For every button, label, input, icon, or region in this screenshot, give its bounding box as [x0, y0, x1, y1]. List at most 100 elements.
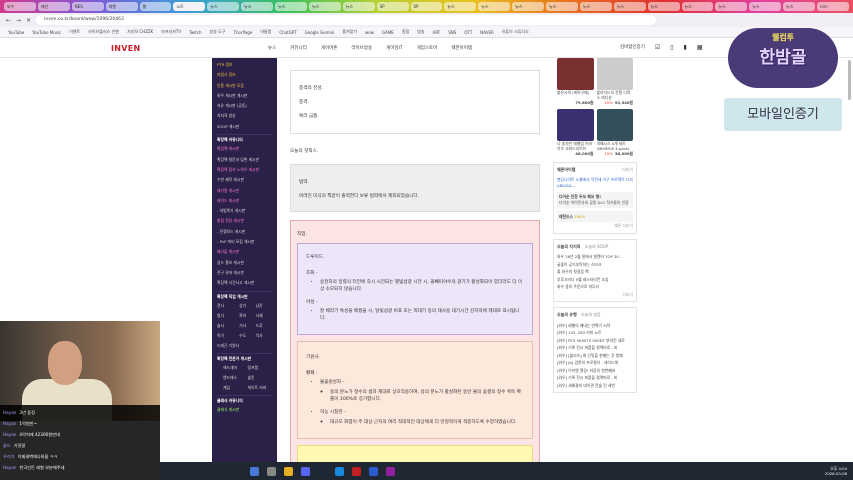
browser-tab[interactable]: 뉴스	[444, 2, 477, 11]
menu-item[interactable]: 웨폰아이템	[451, 45, 472, 51]
trend-link[interactable]: [와우] 새해결의 데이관 전술 전 세번	[557, 382, 633, 390]
sidebar-item[interactable]: 통합 전장 게시판	[217, 216, 272, 226]
class-board-link[interactable]: 수도	[239, 331, 255, 341]
tab-chzzk[interactable]: 오늘의 치지직	[557, 244, 580, 249]
chat-username[interactable]: Hayan	[3, 410, 16, 415]
bookmark[interactable]: ChatGPT	[279, 30, 296, 35]
app-icon[interactable]	[352, 466, 361, 476]
chat-username[interactable]: 우리가	[3, 454, 15, 459]
bookmark[interactable]: 라이브플러스 인벤	[88, 29, 119, 35]
product-image[interactable]	[557, 58, 594, 90]
sidebar-item[interactable]: 치지직 방송	[217, 111, 272, 121]
sidebar-item[interactable]: 인용 게시판 모음	[217, 81, 272, 91]
app-icon[interactable]	[335, 466, 344, 476]
chat-username[interactable]: Hayan	[3, 465, 16, 470]
browser-tab[interactable]: NES	[71, 2, 104, 11]
bookmark[interactable]: ThorPage	[234, 30, 253, 35]
class-board-link[interactable]: 법사	[217, 311, 239, 321]
browser-tab[interactable]: 뉴스	[478, 2, 511, 11]
sidebar-item[interactable]: 수번 제작 게시판	[217, 175, 272, 185]
class-board-link[interactable]: 전사	[217, 301, 239, 311]
stream-link[interactable]: 좋 와우의 첫걸음 팩	[557, 268, 633, 276]
browser-tab[interactable]: 뉴스	[275, 2, 307, 11]
weapon-link[interactable]: 펜딩나이트 노벨에서 작전세 이구 프로젝트 디자 ABIGAIL...	[557, 177, 633, 189]
bookmark[interactable]: 유튜브 스튜디오	[502, 29, 529, 35]
expert-board-link[interactable]: 게임	[223, 383, 248, 393]
sidebar-item[interactable]: 전구 유머 게시판	[217, 268, 272, 278]
product-image[interactable]	[557, 109, 594, 141]
product-name[interactable]: 나 혼자만 레벨업 어라이즈 오버드라이브	[557, 141, 594, 151]
class-board-link[interactable]: 냥꾼	[256, 301, 272, 311]
sidebar-item[interactable]: 레기원 게시판	[217, 186, 272, 196]
expert-board-link[interactable]: 엔드래스	[223, 373, 248, 383]
url-input[interactable]: inven.co.kr/board/wow/1096/20463	[36, 15, 657, 25]
more-link[interactable]: 웨폰 더보기	[557, 222, 633, 230]
product-item[interactable]: 블리자드의 전쟁 디럭스 에디션 10% 92,540원	[596, 58, 634, 106]
sidebar-item[interactable]: 클래식 게시판	[217, 405, 272, 415]
browser-tab[interactable]: 뉴스	[681, 2, 714, 11]
bookmark[interactable]: 즐겨찾기	[342, 29, 357, 35]
inven-logo[interactable]: INVEN	[111, 44, 141, 53]
browser-tab[interactable]: 뉴스	[512, 2, 544, 11]
bookmark[interactable]: wow	[365, 30, 374, 35]
start-icon[interactable]	[250, 466, 259, 476]
browser-tab[interactable]: 노트	[173, 2, 206, 11]
product-name[interactable]: 미메시스 4개 세트 (MIMESIS 4-pack)	[597, 141, 634, 151]
browser-tab[interactable]: 뉴스	[647, 2, 680, 11]
back-icon[interactable]: ←	[6, 17, 11, 24]
browser-tab[interactable]: 뉴스	[342, 2, 375, 11]
trend-link[interactable]: [와우] 103, 263 커피 노트	[557, 329, 633, 337]
tab-trend[interactable]: 오늘의 유행	[557, 312, 577, 317]
sidebar-item[interactable]: 확장팩 접속 노하우 게시판	[217, 165, 272, 175]
menu-item[interactable]: 라이브방송	[351, 45, 372, 51]
stream-link[interactable]: 글출이 공기부탁하는 스타크	[557, 261, 633, 269]
review-2[interactable]: 레전드스 100%	[557, 210, 633, 222]
browser-tab[interactable]: SP	[410, 2, 443, 11]
expert-board-link[interactable]: 솔린	[248, 373, 273, 383]
reload-icon[interactable]: ✕	[26, 17, 31, 24]
chat-username[interactable]: 솔드	[3, 443, 11, 448]
browser-tab[interactable]: 뉴스	[308, 2, 341, 11]
system-clock[interactable]: 오후 4:04 2026-03-06	[825, 466, 853, 476]
tab-hero[interactable]: 오늘의 영웅	[581, 312, 601, 317]
stream-link[interactable]: 와우 26년 2월 말에서 발렌타 TOP 30 -	[557, 253, 633, 261]
trend-link[interactable]: [와우] 기록 전시 퍼품을 컬렉따로 - 비	[557, 374, 633, 382]
bookmark[interactable]: 방송 도구	[210, 29, 226, 35]
sidebar-item[interactable]: - 마법폭기 게시판	[217, 206, 272, 216]
bookmark[interactable]: 방송	[417, 29, 424, 35]
bookmark[interactable]: SNS	[448, 30, 456, 35]
product-item[interactable]: 붉은시력 (에픽구매) 79,800원	[557, 58, 594, 106]
bookmark[interactable]: ART	[433, 30, 441, 35]
search-icon[interactable]	[267, 466, 276, 476]
premiere-icon[interactable]	[386, 466, 395, 476]
bookmark[interactable]: 아프리카TV	[161, 29, 181, 35]
sidebar-item[interactable]: SOOP 게시판	[217, 122, 272, 132]
class-board-link[interactable]: 드루	[256, 321, 272, 331]
class-board-link[interactable]: 성기	[239, 301, 255, 311]
tab-soop[interactable]: 오늘의 SOOP	[585, 244, 609, 249]
steam-icon[interactable]	[318, 466, 327, 476]
browser-tab[interactable]: 뉴스	[241, 2, 273, 11]
trend-link[interactable]: [와우] 레벨의 때내는 반짝기 시작	[557, 322, 633, 330]
product-name[interactable]: 블리자드의 전쟁 디럭스 에디션	[597, 90, 634, 100]
photoshop-icon[interactable]	[369, 466, 378, 476]
sidebar-item[interactable]: 레이드 게시판	[217, 196, 272, 206]
sidebar-item[interactable]: 확장팩 사건사고 게시판	[217, 278, 272, 288]
trend-link[interactable]: [와우] J&J 검쪽의 프로필이 - 레이드해	[557, 359, 633, 367]
sidebar-item[interactable]: 자유 게시판 (공동)	[217, 101, 272, 111]
product-item[interactable]: 나 혼자만 레벨업 어라이즈 오버드라이브 46,000원	[557, 109, 594, 157]
browser-tab[interactable]: 뉴스	[546, 2, 578, 11]
sidebar-item[interactable]: - PvP 파티 모집 게시판	[217, 237, 272, 247]
product-item[interactable]: 미메시스 4개 세트 (MIMESIS 4-pack) 10% 36,000원	[596, 109, 634, 157]
bookmark[interactable]: 아톰랩	[260, 29, 271, 35]
chat-username[interactable]: Hayan	[3, 421, 16, 426]
stream-link[interactable]: 와우 용의 주문으로 마무리	[557, 283, 633, 291]
trend-link[interactable]: [와우] 이미엔 멀랑! 처음의 첫번째바	[557, 367, 633, 375]
bookmark[interactable]: Twitch	[189, 30, 201, 35]
review-1[interactable]: 다이순 인장 두쏘 패쏘 형! 다이순 아이콘사의 공동 DLC 작가들의 인정	[557, 191, 633, 208]
sidebar-item[interactable]: 확장팩 질문과 답변 게시판	[217, 155, 272, 165]
class-board-link[interactable]: 술사	[217, 321, 239, 331]
sidebar-item[interactable]: 확장팩 게시판	[217, 144, 272, 154]
sidebar-item[interactable]: 쐐기돌 게시판	[217, 247, 272, 257]
browser-tab[interactable]: 레벨	[105, 2, 138, 11]
